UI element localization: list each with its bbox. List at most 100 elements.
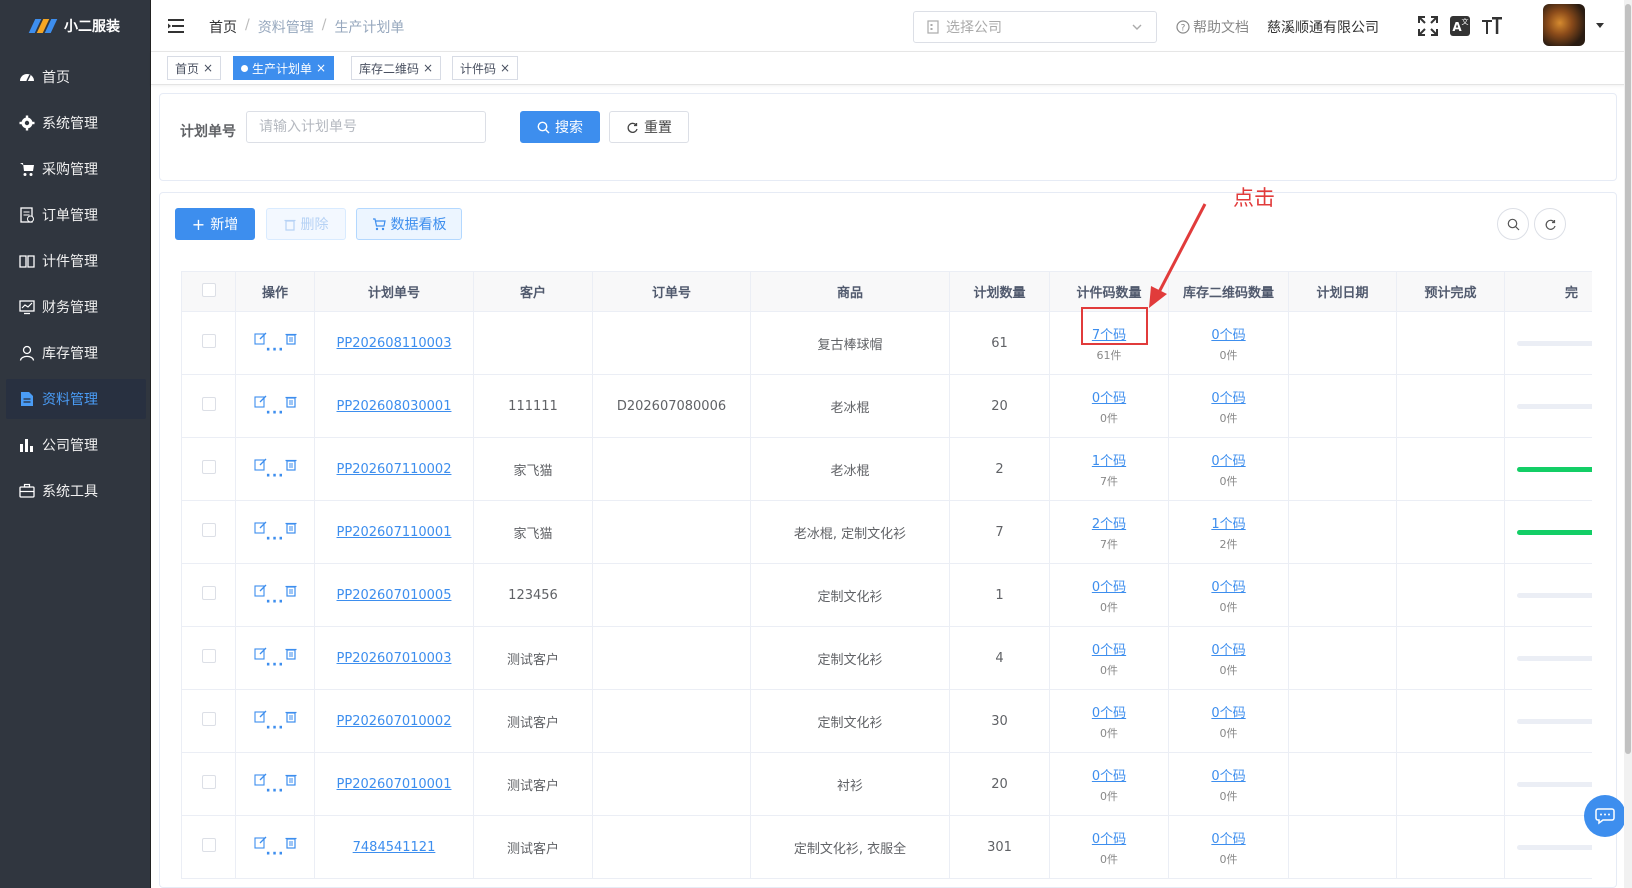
stock-code-link[interactable]: 0个码 bbox=[1211, 391, 1245, 406]
help-link[interactable]: ? 帮助文档 bbox=[1176, 17, 1249, 37]
stock-code-link[interactable]: 1个码 bbox=[1211, 517, 1245, 532]
edit-icon[interactable] bbox=[253, 395, 267, 408]
plan-no-link[interactable]: PP202607010005 bbox=[337, 588, 452, 603]
stock-code-link[interactable]: 0个码 bbox=[1211, 328, 1245, 343]
edit-icon[interactable] bbox=[253, 332, 267, 345]
font-size-icon[interactable] bbox=[1481, 15, 1503, 37]
plan-no-input[interactable] bbox=[246, 111, 486, 143]
refresh-button[interactable] bbox=[1534, 208, 1566, 240]
sidebar-item-7[interactable]: 资料管理 bbox=[6, 379, 146, 419]
sidebar-item-8[interactable]: 公司管理 bbox=[6, 425, 146, 465]
tag-production-plan[interactable]: 生产计划单 × bbox=[233, 56, 335, 80]
stock-code-link[interactable]: 0个码 bbox=[1211, 643, 1245, 658]
fullscreen-icon[interactable] bbox=[1417, 15, 1439, 37]
checkbox[interactable] bbox=[201, 282, 216, 297]
checkbox[interactable] bbox=[201, 775, 216, 789]
piece-code-link[interactable]: 0个码 bbox=[1092, 832, 1126, 847]
more-icon[interactable]: ··· bbox=[266, 532, 285, 546]
hamburger-icon[interactable] bbox=[167, 16, 187, 36]
checkbox[interactable] bbox=[201, 334, 216, 348]
checkbox[interactable] bbox=[201, 838, 216, 852]
piece-code-link[interactable]: 0个码 bbox=[1092, 580, 1126, 595]
close-icon[interactable]: × bbox=[316, 61, 326, 75]
plan-no-link[interactable]: PP202608030001 bbox=[337, 399, 452, 414]
trash-icon[interactable] bbox=[285, 584, 297, 597]
piece-code-link[interactable]: 1个码 bbox=[1092, 454, 1126, 469]
piece-code-link[interactable]: 0个码 bbox=[1092, 391, 1126, 406]
checkbox[interactable] bbox=[201, 586, 216, 600]
plan-no-link[interactable]: 7484541121 bbox=[353, 840, 436, 855]
stock-code-link[interactable]: 0个码 bbox=[1211, 832, 1245, 847]
scrollbar-thumb[interactable] bbox=[1625, 4, 1631, 754]
sidebar-item-0[interactable]: 首页 bbox=[6, 57, 146, 97]
sidebar-item-9[interactable]: 系统工具 bbox=[6, 471, 146, 511]
trash-icon[interactable] bbox=[285, 521, 297, 534]
sidebar-item-2[interactable]: 采购管理 bbox=[6, 149, 146, 189]
edit-icon[interactable] bbox=[253, 710, 267, 723]
stock-code-link[interactable]: 0个码 bbox=[1211, 580, 1245, 595]
dashboard-button[interactable]: 数据看板 bbox=[356, 208, 462, 240]
trash-icon[interactable] bbox=[285, 332, 297, 345]
trash-icon[interactable] bbox=[285, 458, 297, 471]
piece-code-link[interactable]: 0个码 bbox=[1092, 643, 1126, 658]
more-icon[interactable]: ··· bbox=[266, 595, 285, 609]
checkbox[interactable] bbox=[201, 712, 216, 726]
more-icon[interactable]: ··· bbox=[266, 343, 285, 357]
more-icon[interactable]: ··· bbox=[266, 784, 285, 798]
checkbox[interactable] bbox=[201, 649, 216, 663]
plan-no-link[interactable]: PP202607010001 bbox=[337, 777, 452, 792]
more-icon[interactable]: ··· bbox=[266, 469, 285, 483]
edit-icon[interactable] bbox=[253, 521, 267, 534]
trash-icon[interactable] bbox=[285, 647, 297, 660]
stock-code-link[interactable]: 0个码 bbox=[1211, 769, 1245, 784]
close-icon[interactable]: × bbox=[500, 61, 510, 75]
plan-no-link[interactable]: PP202607010002 bbox=[337, 714, 452, 729]
company-select[interactable]: 选择公司 bbox=[913, 11, 1157, 43]
plan-no-link[interactable]: PP202608110003 bbox=[337, 336, 452, 351]
avatar[interactable] bbox=[1543, 4, 1585, 46]
edit-icon[interactable] bbox=[253, 584, 267, 597]
edit-icon[interactable] bbox=[253, 773, 267, 786]
plan-no-link[interactable]: PP202607110002 bbox=[337, 462, 452, 477]
header-select-all[interactable] bbox=[181, 271, 236, 312]
app-logo[interactable]: 小二服装 bbox=[0, 0, 150, 52]
checkbox[interactable] bbox=[201, 397, 216, 411]
more-icon[interactable]: ··· bbox=[266, 406, 285, 420]
trash-icon[interactable] bbox=[285, 836, 297, 849]
sidebar-item-4[interactable]: 计件管理 bbox=[6, 241, 146, 281]
search-button[interactable]: 搜索 bbox=[520, 111, 600, 143]
tag-piece-code[interactable]: 计件码 × bbox=[452, 56, 519, 80]
sidebar-item-5[interactable]: 财务管理 bbox=[6, 287, 146, 327]
edit-icon[interactable] bbox=[253, 836, 267, 849]
sidebar-item-3[interactable]: 订单管理 bbox=[6, 195, 146, 235]
tag-stock-qrcode[interactable]: 库存二维码 × bbox=[351, 56, 442, 80]
reset-button[interactable]: 重置 bbox=[609, 111, 689, 143]
piece-code-link[interactable]: 2个码 bbox=[1092, 517, 1126, 532]
caret-down-icon[interactable] bbox=[1595, 20, 1605, 30]
more-icon[interactable]: ··· bbox=[266, 847, 285, 861]
sidebar-item-6[interactable]: 库存管理 bbox=[6, 333, 146, 373]
sidebar-item-1[interactable]: 系统管理 bbox=[6, 103, 146, 143]
close-icon[interactable]: × bbox=[203, 61, 213, 75]
chat-button[interactable] bbox=[1584, 795, 1626, 837]
edit-icon[interactable] bbox=[253, 458, 267, 471]
piece-code-link[interactable]: 0个码 bbox=[1092, 769, 1126, 784]
add-button[interactable]: + 新增 bbox=[175, 208, 255, 240]
piece-code-link[interactable]: 0个码 bbox=[1092, 706, 1126, 721]
delete-button[interactable]: 删除 bbox=[266, 208, 346, 240]
trash-icon[interactable] bbox=[285, 773, 297, 786]
plan-no-link[interactable]: PP202607110001 bbox=[337, 525, 452, 540]
breadcrumb-home[interactable]: 首页 bbox=[209, 17, 237, 37]
search-toggle-button[interactable] bbox=[1497, 208, 1529, 240]
plan-no-link[interactable]: PP202607010003 bbox=[337, 651, 452, 666]
checkbox[interactable] bbox=[201, 460, 216, 474]
translate-icon[interactable]: A 文 bbox=[1449, 15, 1471, 37]
edit-icon[interactable] bbox=[253, 647, 267, 660]
more-icon[interactable]: ··· bbox=[266, 658, 285, 672]
checkbox[interactable] bbox=[201, 523, 216, 537]
trash-icon[interactable] bbox=[285, 710, 297, 723]
more-icon[interactable]: ··· bbox=[266, 721, 285, 735]
trash-icon[interactable] bbox=[285, 395, 297, 408]
tag-home[interactable]: 首页 × bbox=[167, 56, 222, 80]
stock-code-link[interactable]: 0个码 bbox=[1211, 454, 1245, 469]
